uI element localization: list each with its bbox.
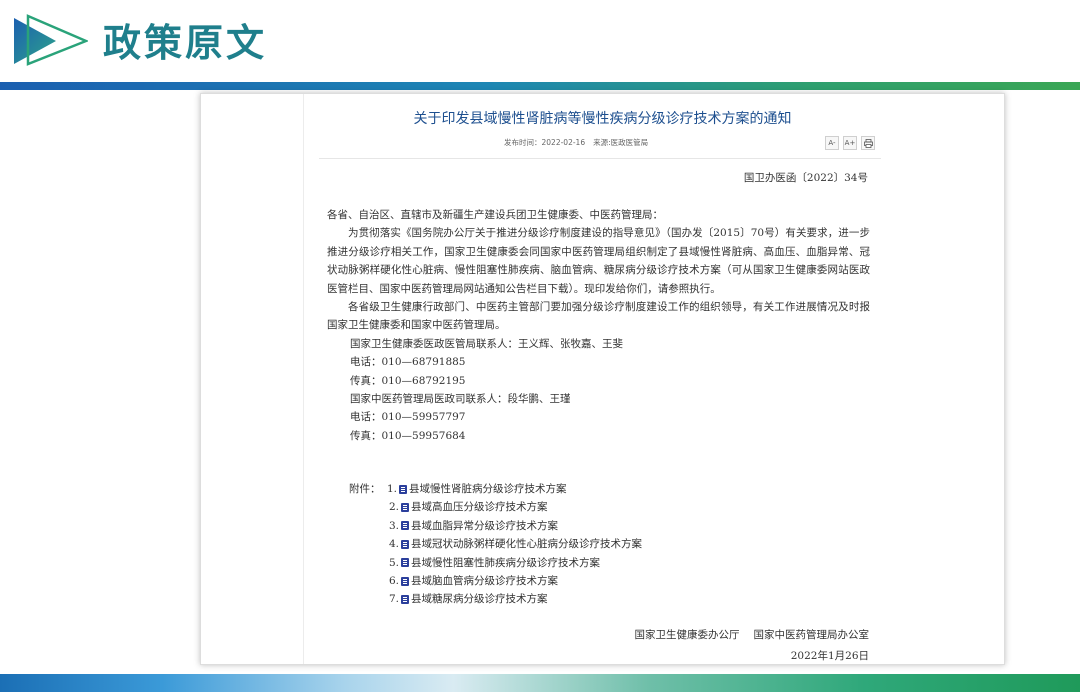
- attachment-number: 7.: [388, 593, 399, 606]
- source-value: 医政医管局: [610, 138, 649, 147]
- footer-color-band: [0, 674, 1080, 692]
- left-gutter-line: [303, 94, 304, 664]
- attachment-number: 1.: [387, 483, 398, 495]
- publish-label: 发布时间：: [504, 138, 542, 147]
- attachment-row[interactable]: 4. 县域冠状动脉粥样硬化性心脏病分级诊疗技术方案: [349, 535, 642, 553]
- attachment-row[interactable]: 3. 县域血脂异常分级诊疗技术方案: [349, 517, 642, 535]
- attachment-link[interactable]: 县域冠状动脉粥样硬化性心脏病分级诊疗技术方案: [411, 535, 642, 553]
- contact-5: 电话：010—59957797: [350, 411, 466, 424]
- signer-nhc: 国家卫生健康委办公厅: [634, 629, 740, 641]
- contact-6: 传真：010—59957684: [350, 429, 466, 442]
- slide-header: 政策原文: [0, 0, 1080, 82]
- attachment-link[interactable]: 县域糖尿病分级诊疗技术方案: [411, 590, 548, 608]
- attachment-row[interactable]: 2. 县域高血压分级诊疗技术方案: [349, 498, 642, 516]
- title-divider: [319, 158, 881, 159]
- signer-tcm: 国家中医药管理局办公室: [753, 629, 870, 641]
- attachment-number: 6.: [388, 574, 399, 587]
- sign-date: 2022年1月26日: [790, 650, 869, 662]
- attachment-row[interactable]: 6. 县域脑血管病分级诊疗技术方案: [349, 572, 642, 590]
- contact-4: 国家中医药管理局医政司联系人：段华鹏、王瑾: [350, 393, 571, 406]
- attachment-link[interactable]: 县域慢性肾脏病分级诊疗技术方案: [409, 480, 567, 498]
- document-file-icon: [401, 576, 409, 586]
- text-tools: A- A+: [825, 136, 875, 150]
- attachment-number: 4.: [388, 538, 399, 551]
- print-button[interactable]: [861, 136, 875, 150]
- document-file-icon: [401, 539, 409, 549]
- document-number: 国卫办医函〔2022〕34号: [743, 172, 868, 184]
- publish-meta: 发布时间：2022-02-16 来源:医政医管局: [504, 137, 648, 148]
- contact-1: 国家卫生健康委医政医管局联系人：王义辉、张牧嘉、王斐: [350, 337, 623, 350]
- document-screenshot: 关于印发县域慢性肾脏病等慢性疾病分级诊疗技术方案的通知 发布时间：2022-02…: [200, 93, 1005, 665]
- attachment-row[interactable]: 附件： 1. 县域慢性肾脏病分级诊疗技术方案: [349, 480, 642, 498]
- print-icon: [863, 138, 873, 148]
- source-label: 来源:: [593, 138, 611, 147]
- attachments-label: 附件：: [349, 483, 381, 495]
- document-file-icon: [401, 521, 409, 531]
- font-larger-button[interactable]: A+: [843, 136, 857, 150]
- contact-3: 传真：010—68792195: [350, 374, 466, 387]
- document-body: 各省、自治区、直辖市及新疆生产建设兵团卫生健康委、中医药管理局： 为贯彻落实《国…: [327, 206, 870, 445]
- attachment-link[interactable]: 县域脑血管病分级诊疗技术方案: [411, 572, 558, 590]
- attachment-link[interactable]: 县域高血压分级诊疗技术方案: [411, 498, 548, 516]
- document-file-icon: [401, 595, 409, 605]
- paragraph-1: 为贯彻落实《国务院办公厅关于推进分级诊疗制度建设的指导意见》（国办发〔2015〕…: [327, 227, 870, 295]
- publish-date: 2022-02-16: [541, 138, 586, 147]
- document-file-icon: [401, 558, 409, 568]
- document-file-icon: [401, 503, 409, 513]
- attachment-link[interactable]: 县域血脂异常分级诊疗技术方案: [411, 517, 558, 535]
- salutation: 各省、自治区、直辖市及新疆生产建设兵团卫生健康委、中医药管理局：: [327, 209, 663, 221]
- attachment-number: 3.: [388, 519, 399, 532]
- font-smaller-button[interactable]: A-: [825, 136, 839, 150]
- contact-2: 电话：010—68791885: [350, 356, 466, 369]
- paragraph-2: 各省级卫生健康行政部门、中医药主管部门要加强分级诊疗制度建设工作的组织领导，有关…: [327, 301, 870, 332]
- attachments-list: 附件： 1. 县域慢性肾脏病分级诊疗技术方案 2. 县域高血压分级诊疗技术方案 …: [349, 480, 642, 609]
- attachment-number: 2.: [388, 501, 399, 514]
- attachment-row[interactable]: 7. 县域糖尿病分级诊疗技术方案: [349, 590, 642, 608]
- header-color-band: [0, 82, 1080, 90]
- signatories: 国家卫生健康委办公厅 国家中医药管理局办公室 2022年1月26日: [635, 627, 870, 663]
- document-title: 关于印发县域慢性肾脏病等慢性疾病分级诊疗技术方案的通知: [413, 111, 792, 127]
- play-arrow-logo-icon: [14, 14, 88, 66]
- document-file-icon: [399, 484, 408, 494]
- attachment-link[interactable]: 县域慢性阻塞性肺疾病分级诊疗技术方案: [411, 554, 600, 572]
- slide-title: 政策原文: [103, 21, 268, 65]
- attachment-row[interactable]: 5. 县域慢性阻塞性肺疾病分级诊疗技术方案: [349, 554, 642, 572]
- attachment-number: 5.: [388, 556, 399, 569]
